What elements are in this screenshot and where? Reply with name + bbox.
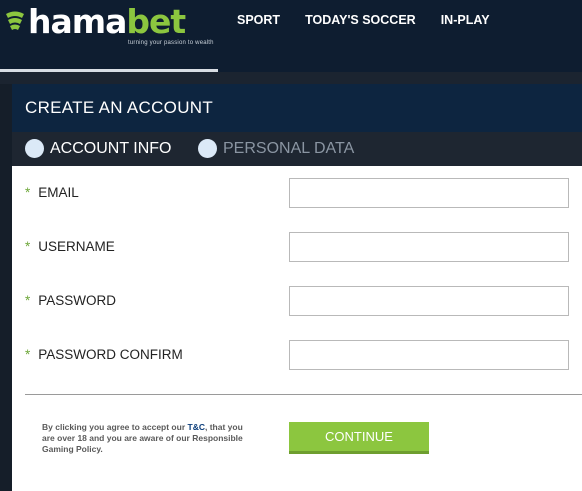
brand-name: hamabet (28, 2, 186, 41)
password-label: * PASSWORD (25, 293, 117, 308)
password-confirm-label: * PASSWORD CONFIRM (25, 347, 183, 362)
registration-steps: ACCOUNT INFO PERSONAL DATA (12, 132, 582, 166)
username-label: * USERNAME (25, 239, 115, 254)
step-account-info[interactable]: ACCOUNT INFO (25, 139, 171, 158)
step-personal-data[interactable]: PERSONAL DATA (198, 139, 354, 158)
continue-button[interactable]: CONTINUE (289, 422, 429, 454)
terms-link[interactable]: T&C (188, 422, 205, 432)
registration-form: * EMAIL * USERNAME * PASSWORD * PASSWORD CON… (12, 166, 582, 491)
logo-mark-icon (6, 11, 24, 30)
required-marker: * (25, 347, 31, 362)
brand-tagline: turning your passion to wealth (128, 40, 214, 46)
left-panel (0, 84, 12, 491)
nav-item-todays-soccer[interactable]: TODAY'S SOCCER (305, 13, 416, 27)
required-marker: * (25, 239, 31, 254)
password-confirm-field[interactable] (289, 340, 569, 370)
brand-logo[interactable]: hamabet turning your passion to wealth (0, 0, 218, 72)
form-divider (25, 394, 582, 395)
nav-item-sport[interactable]: SPORT (237, 13, 280, 27)
step-radio-icon (25, 139, 44, 158)
header-divider-strip (0, 72, 582, 84)
main-nav: SPORT TODAY'S SOCCER IN-PLAY (237, 13, 515, 27)
step-label: PERSONAL DATA (223, 139, 355, 157)
terms-notice: By clicking you agree to accept our T&C,… (42, 422, 243, 454)
page-title: CREATE AN ACCOUNT (25, 98, 214, 117)
required-marker: * (25, 293, 31, 308)
email-field[interactable] (289, 178, 569, 208)
password-field[interactable] (289, 286, 569, 316)
step-radio-icon (198, 139, 217, 158)
email-label: * EMAIL (25, 185, 79, 200)
username-field[interactable] (289, 232, 569, 262)
step-label: ACCOUNT INFO (50, 139, 172, 157)
required-marker: * (25, 185, 31, 200)
nav-item-in-play[interactable]: IN-PLAY (441, 13, 490, 27)
top-bar: hamabet turning your passion to wealth S… (0, 0, 582, 72)
form-header: CREATE AN ACCOUNT (12, 84, 582, 132)
